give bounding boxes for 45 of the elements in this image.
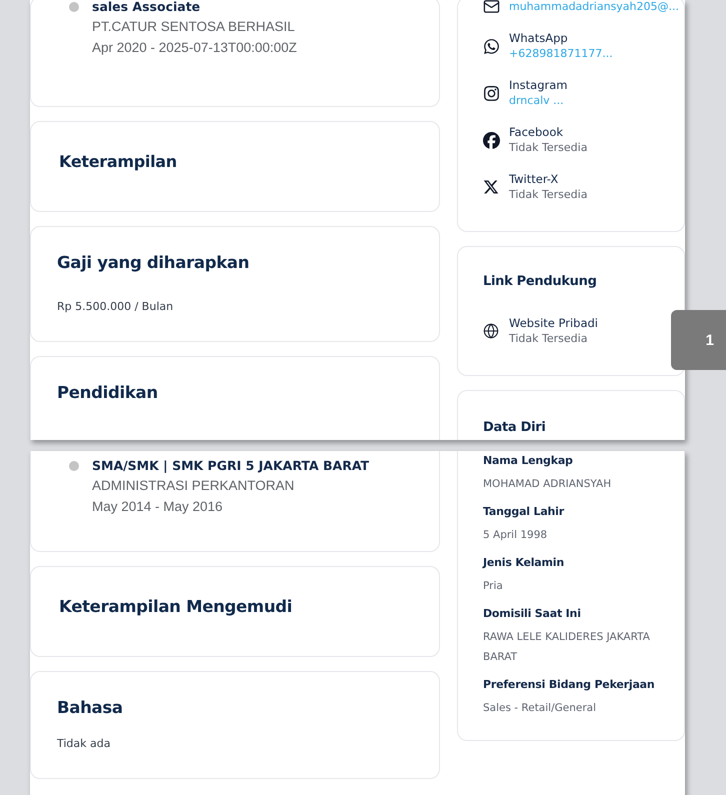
timeline-dot (69, 461, 79, 471)
entry-title: SMA/SMK | SMK PGRI 5 JAKARTA BARAT (92, 457, 370, 475)
facebook-icon (483, 132, 500, 148)
entry-title: sales Associate (92, 0, 202, 16)
field-label: Tanggal Lahir (483, 504, 566, 520)
x-icon (483, 179, 499, 195)
section-title: Gaji yang diharapkan (57, 253, 250, 272)
page-number-badge: 1 (671, 310, 726, 370)
contact-label: Twitter-X (509, 171, 560, 187)
contact-label: Website Pribadi (509, 315, 599, 331)
section-title: Link Pendukung (483, 274, 598, 289)
entry-subtitle: PT.CATUR SENTOSA BERHASIL (92, 18, 296, 36)
section-title: Bahasa (57, 698, 124, 717)
field-label: Preferensi Bidang Pekerjaan (483, 677, 656, 693)
mail-icon (483, 0, 500, 15)
field-label: Jenis Kelamin (483, 555, 565, 571)
contact-link[interactable]: +628981871177... (509, 46, 659, 62)
contact-label: Facebook (509, 124, 564, 140)
timeline-dot (69, 2, 79, 12)
contact-value: Tidak Tersedia (509, 140, 588, 156)
contact-link[interactable]: drncalv ... (509, 93, 659, 109)
whatsapp-icon (483, 38, 500, 54)
field-label: Domisili Saat Ini (483, 606, 582, 622)
entry-dates: May 2014 - May 2016 (92, 498, 224, 516)
section-text: Rp 5.500.000 / Bulan (57, 300, 174, 313)
section-title: Data Diri (483, 420, 546, 435)
contact-label: WhatsApp (509, 30, 569, 46)
contact-link[interactable]: muhammadadriansyah205@... (509, 0, 680, 14)
field-value: Sales - Retail/General (483, 701, 597, 716)
field-label: Nama Lengkap (483, 453, 574, 469)
contact-label: Instagram (509, 77, 569, 93)
entry-dates: Apr 2020 - 2025-07-13T00:00:00Z (92, 39, 298, 57)
field-value: RAWA LELE KALIDERES JAKARTA BARAT (483, 630, 651, 665)
field-value: Pria (483, 579, 504, 594)
contact-value: Tidak Tersedia (509, 331, 588, 347)
contact-value: Tidak Tersedia (509, 187, 588, 203)
section-text: Tidak ada (57, 737, 112, 750)
field-value: 5 April 1998 (483, 528, 548, 543)
section-title: Pendidikan (57, 383, 159, 402)
field-value: MOHAMAD ADRIANSYAH (483, 477, 612, 492)
globe-icon (483, 323, 499, 339)
entry-subtitle: ADMINISTRASI PERKANTORAN (92, 477, 296, 495)
section-title: Keterampilan Mengemudi (59, 597, 294, 616)
section-title: Keterampilan (59, 152, 178, 171)
instagram-icon (483, 84, 500, 102)
